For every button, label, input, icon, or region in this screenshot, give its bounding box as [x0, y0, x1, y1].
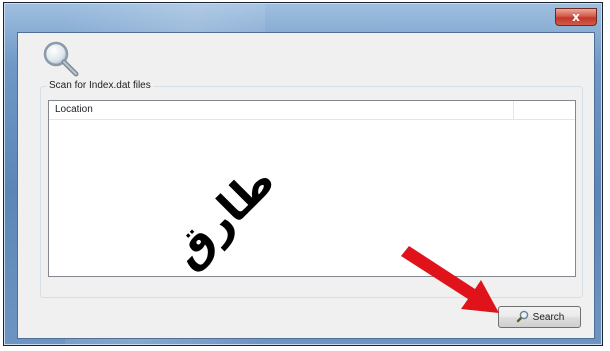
- list-header: Location: [49, 101, 575, 120]
- search-icon: [516, 310, 528, 323]
- column-header-location[interactable]: Location: [49, 101, 514, 120]
- close-button[interactable]: x: [555, 8, 597, 26]
- search-button-label: Search: [532, 311, 565, 323]
- column-header-empty[interactable]: [514, 101, 575, 120]
- red-arrow-icon: [401, 246, 499, 313]
- search-button[interactable]: Search: [498, 306, 581, 328]
- close-icon: x: [572, 10, 580, 24]
- magnifier-icon: [43, 41, 79, 77]
- dialog-client-area: Scan for Index.dat files Location Search: [17, 32, 595, 339]
- dialog-window: x Scan for Index.dat files Location Sear…: [4, 3, 602, 345]
- scan-group-label: Scan for Index.dat files: [47, 79, 153, 92]
